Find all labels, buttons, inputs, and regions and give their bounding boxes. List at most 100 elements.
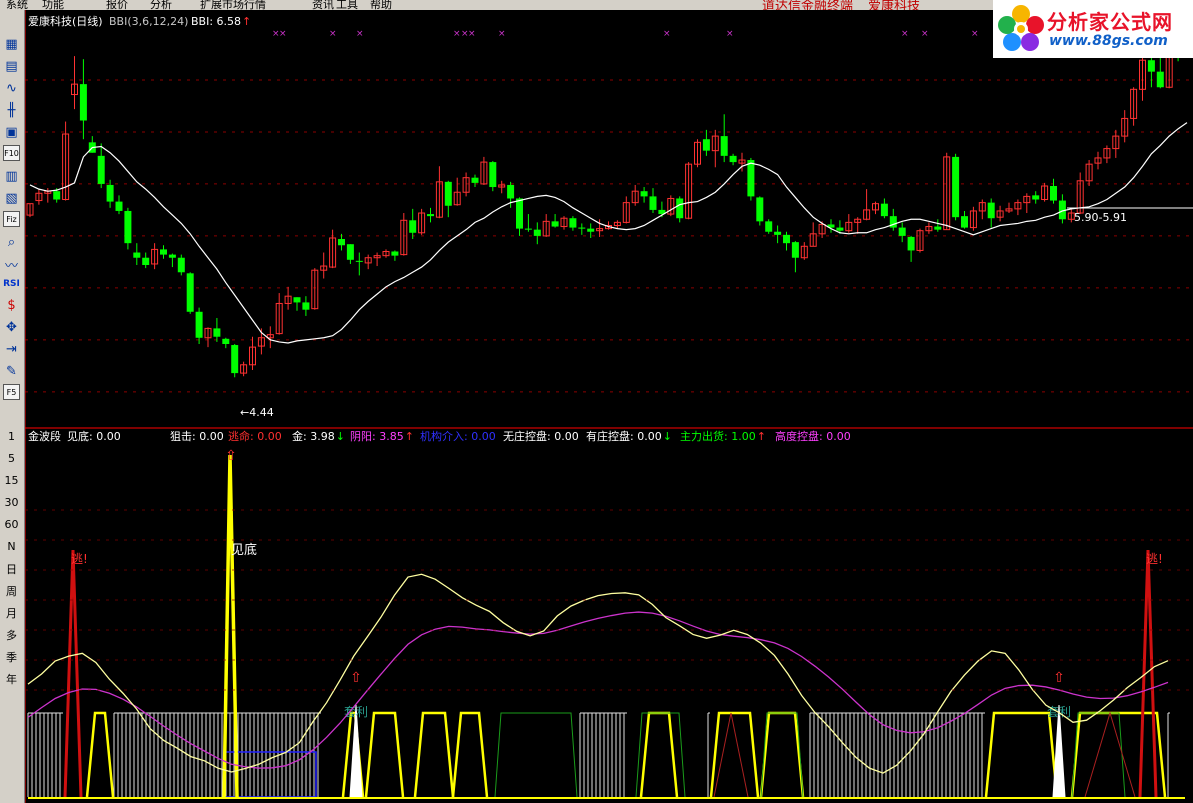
candle-down <box>676 198 684 219</box>
candle-down <box>524 228 532 230</box>
draw-pencil-icon[interactable]: ✎ <box>2 362 21 381</box>
candle-down <box>720 136 728 156</box>
band-red <box>713 712 749 798</box>
up-arrow-marker: ⇧ <box>225 448 237 464</box>
candle-down <box>471 177 479 183</box>
calendar-icon[interactable]: ▧ <box>2 189 21 208</box>
readout-4: 阴阳: 3.85 <box>350 430 404 443</box>
readout-9: 高度控盘: 0.00 <box>775 429 851 443</box>
candle-down <box>53 191 61 200</box>
bbi-arrow: ↑ <box>242 15 251 28</box>
period-button[interactable]: 5 <box>2 449 21 468</box>
price-range-label: 5.90-5.91 <box>1074 211 1127 224</box>
candle-down <box>649 196 657 210</box>
up-arrow-marker: ⇧ <box>350 670 362 686</box>
period-button[interactable]: 30 <box>2 493 21 512</box>
period-button[interactable]: 周 <box>2 581 21 600</box>
period-button[interactable]: N <box>2 537 21 556</box>
menu-headline: 道达信金融终端 <box>762 0 854 10</box>
candle-down <box>427 214 434 217</box>
readout-arrow: ↓ <box>663 430 672 443</box>
kline-icon[interactable]: ╫ <box>2 101 21 120</box>
export-icon[interactable]: ⇥ <box>2 340 21 359</box>
candle-down <box>124 210 132 244</box>
candle-down <box>79 84 87 121</box>
low-price-label: ←4.44 <box>240 406 274 419</box>
candle-down <box>569 218 577 228</box>
candle-down <box>756 197 764 222</box>
period-button[interactable]: 60 <box>2 515 21 534</box>
menu-item[interactable]: 系统 <box>6 0 28 10</box>
menu-item[interactable]: 分析 <box>150 0 172 10</box>
menu-item[interactable]: 工具 <box>336 0 358 10</box>
candle-down <box>1147 60 1155 72</box>
table-icon[interactable]: ▤ <box>2 57 21 76</box>
readout-arrow: ↑ <box>405 430 414 443</box>
menu-item[interactable]: 扩展市场行情 <box>200 0 266 10</box>
search-icon[interactable]: ⌕ <box>2 233 21 252</box>
up-arrow-marker: ⇧ <box>1053 670 1065 686</box>
candle-down <box>444 181 452 206</box>
grid-icon[interactable]: ▦ <box>2 35 21 54</box>
readout-1: 狙击: 0.00 <box>170 430 224 443</box>
dollar-icon[interactable]: $ <box>2 296 21 315</box>
f10-icon[interactable]: F10 <box>3 145 20 161</box>
band-green <box>494 712 578 798</box>
bbi-readout: BBI: 6.58 <box>191 15 241 28</box>
period-button[interactable]: 年 <box>2 669 21 688</box>
menu-item[interactable]: 资讯 <box>312 0 334 10</box>
candle-down <box>952 156 960 218</box>
f10-box-icon[interactable]: Fiz <box>3 211 20 227</box>
readout-7: 有庄控盘: 0.00 <box>586 429 662 443</box>
candle-down <box>907 236 915 251</box>
notes-icon[interactable]: ▥ <box>2 167 21 186</box>
window-icon[interactable]: ▣ <box>2 123 21 142</box>
period-button[interactable]: 1 <box>2 427 21 446</box>
candle-down <box>489 162 497 188</box>
menu-item[interactable]: 报价 <box>106 0 128 10</box>
period-button[interactable]: 季 <box>2 647 21 666</box>
readout-5: 机构介入: 0.00 <box>420 429 496 443</box>
period-button[interactable]: 多 <box>2 625 21 644</box>
band-signal <box>364 711 405 798</box>
readout-0: 见底: 0.00 <box>67 429 121 443</box>
rsi-icon[interactable]: RSI <box>2 274 21 293</box>
candle-down <box>338 239 345 246</box>
period-button[interactable]: 月 <box>2 603 21 622</box>
candle-down <box>115 201 123 211</box>
candle-down <box>160 249 167 255</box>
period-button[interactable]: 日 <box>2 559 21 578</box>
candle-down <box>765 221 773 232</box>
f5-icon[interactable]: F5 <box>3 384 20 400</box>
menu-item[interactable]: 帮助 <box>370 0 392 10</box>
band-signal <box>451 711 489 798</box>
escape-spike <box>1138 549 1158 798</box>
candle-down <box>836 227 844 231</box>
brand-logo: 分析家公式网 www.88gs.com <box>993 0 1193 58</box>
period-button[interactable]: 15 <box>2 471 21 490</box>
candle-down <box>168 254 176 258</box>
candle-down <box>302 302 310 310</box>
signal-marker: × <box>498 29 506 39</box>
escape-spike <box>63 549 83 798</box>
bbi-line <box>29 122 1188 344</box>
candle-down <box>729 155 737 163</box>
band-signal <box>413 711 455 798</box>
candle-down <box>391 251 399 256</box>
band-red <box>1084 711 1136 798</box>
signal-marker: × <box>468 29 476 39</box>
candle-down <box>578 227 586 229</box>
wave-icon[interactable]: 〰 <box>2 255 21 274</box>
signal-marker: × <box>663 29 671 39</box>
signal-marker: × <box>329 29 337 39</box>
escape-label: 逃! <box>71 552 88 566</box>
readout-arrow: ↑ <box>757 430 766 443</box>
move-icon[interactable]: ✥ <box>2 318 21 337</box>
signal-marker: × <box>921 29 929 39</box>
menu-item[interactable]: 功能 <box>42 0 64 10</box>
line-chart-icon[interactable]: ∿ <box>2 79 21 98</box>
candle-down <box>106 184 114 202</box>
profit-label: 套利 <box>344 705 368 719</box>
candle-down <box>1156 71 1164 88</box>
indicator-name: BBI(3,6,12,24) <box>109 15 188 28</box>
